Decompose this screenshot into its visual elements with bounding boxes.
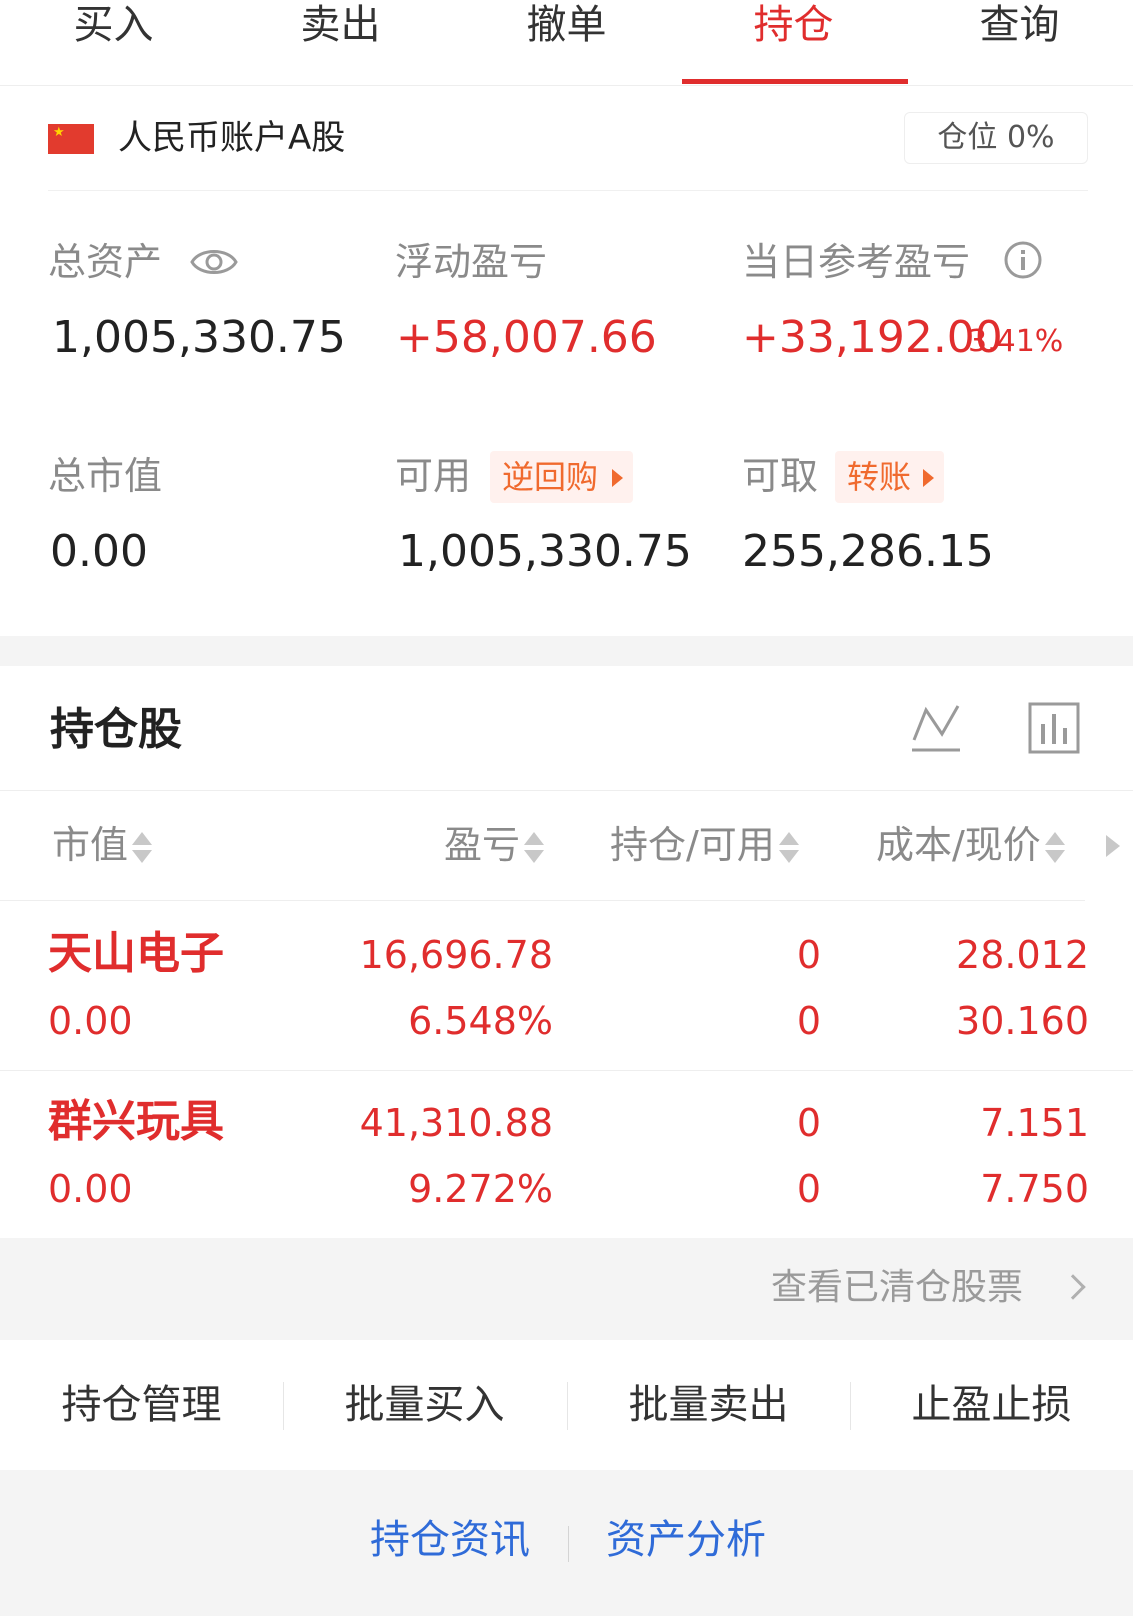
footer: 持仓资讯 资产分析	[0, 1470, 1133, 1616]
available-value: 1,005,330.75	[398, 526, 692, 577]
stock-market-value: 0.00	[48, 1167, 133, 1211]
scroll-right-icon[interactable]	[1106, 835, 1120, 857]
market-value-value: 0.00	[50, 526, 148, 577]
sort-icon	[524, 831, 545, 865]
stock-pl-percent: 9.272%	[408, 1167, 553, 1211]
holdings-actions-bar: 持仓管理 批量买入 批量卖出 止盈止损	[0, 1340, 1133, 1470]
column-header-label: 持仓/可用	[610, 823, 775, 867]
divider	[0, 900, 1085, 901]
transfer-button[interactable]: 转账	[835, 451, 944, 503]
stock-name: 天山电子	[48, 928, 224, 979]
holdings-news-link[interactable]: 持仓资讯	[370, 1514, 530, 1566]
tab-holdings[interactable]: 持仓	[680, 0, 907, 86]
tab-cancel-order[interactable]: 撤单	[453, 0, 680, 86]
sort-icon	[1044, 831, 1065, 865]
stock-pl: 41,310.88	[359, 1101, 553, 1145]
floating-pl-label: 浮动盈亏	[395, 240, 548, 284]
asset-analysis-link[interactable]: 资产分析	[606, 1514, 766, 1566]
column-header-hold-available[interactable]: 持仓/可用	[610, 820, 799, 870]
stock-available-qty: 0	[796, 999, 821, 1043]
take-profit-stop-loss-button[interactable]: 止盈止损	[850, 1340, 1133, 1470]
arrow-right-icon	[923, 469, 934, 487]
sort-icon	[132, 831, 153, 865]
daily-pl-value: +33,192.00	[742, 312, 1003, 363]
reverse-repo-label: 逆回购	[502, 458, 599, 496]
stock-pl: 16,696.78	[359, 933, 553, 977]
divider	[0, 790, 1133, 791]
tab-sell[interactable]: 卖出	[227, 0, 454, 86]
transfer-label: 转账	[847, 458, 912, 496]
stock-market-value: 0.00	[48, 999, 133, 1043]
total-assets-label: 总资产	[48, 240, 163, 284]
column-header-cost-price[interactable]: 成本/现价	[876, 820, 1065, 870]
holdings-title: 持仓股	[50, 704, 182, 755]
top-tabs: 买入 卖出 撤单 持仓 查询	[0, 0, 1133, 86]
sort-icon	[778, 831, 799, 865]
cleared-stocks-link[interactable]: 查看已清仓股票	[771, 1264, 1023, 1312]
stock-price: 30.160	[956, 999, 1089, 1043]
stock-name: 群兴玩具	[48, 1096, 224, 1147]
eye-icon[interactable]	[190, 244, 238, 280]
stock-hold-qty: 0	[796, 1101, 821, 1145]
account-row: ★ 人民币账户A股 仓位 0%	[0, 86, 1133, 191]
section-separator	[0, 636, 1133, 666]
divider	[48, 190, 1088, 191]
withdrawable-value: 255,286.15	[742, 526, 994, 577]
batch-sell-button[interactable]: 批量卖出	[567, 1340, 850, 1470]
position-management-button[interactable]: 持仓管理	[0, 1340, 283, 1470]
column-header-label: 市值	[52, 823, 129, 867]
stock-cost: 7.151	[980, 1101, 1089, 1145]
position-ratio-badge: 仓位 0%	[904, 112, 1088, 164]
stock-price: 7.750	[980, 1167, 1089, 1211]
stock-available-qty: 0	[796, 1167, 821, 1211]
account-name: 人民币账户A股	[118, 118, 346, 158]
trend-chart-icon[interactable]	[908, 700, 964, 756]
active-tab-indicator	[682, 79, 908, 84]
cleared-stocks-row[interactable]: 查看已清仓股票	[0, 1238, 1133, 1340]
china-flag-icon: ★	[48, 124, 94, 154]
available-label: 可用	[395, 454, 472, 498]
daily-pl-percent: 3.41%	[968, 324, 1064, 359]
info-icon[interactable]	[1003, 240, 1043, 280]
column-header-label: 成本/现价	[876, 823, 1041, 867]
stock-hold-qty: 0	[796, 933, 821, 977]
bar-chart-icon[interactable]	[1026, 700, 1082, 756]
withdrawable-label: 可取	[742, 454, 819, 498]
column-header-pl[interactable]: 盈亏	[444, 820, 545, 870]
table-row[interactable]: 群兴玩具 0.00 41,310.88 9.272% 0 0 7.151 7.7…	[0, 1070, 1133, 1236]
column-header-label: 盈亏	[444, 823, 521, 867]
arrow-right-icon	[612, 469, 623, 487]
column-header-market-value[interactable]: 市值	[52, 820, 153, 870]
divider	[568, 1526, 569, 1562]
batch-buy-button[interactable]: 批量买入	[283, 1340, 566, 1470]
table-row[interactable]: 天山电子 0.00 16,696.78 6.548% 0 0 28.012 30…	[0, 902, 1133, 1068]
stock-pl-percent: 6.548%	[408, 999, 553, 1043]
tab-buy[interactable]: 买入	[0, 0, 227, 86]
market-value-label: 总市值	[48, 454, 163, 498]
tab-query[interactable]: 查询	[906, 0, 1133, 86]
daily-pl-label: 当日参考盈亏	[742, 240, 971, 284]
stock-cost: 28.012	[956, 933, 1089, 977]
reverse-repo-button[interactable]: 逆回购	[490, 451, 633, 503]
total-assets-value: 1,005,330.75	[52, 312, 346, 363]
chevron-right-icon	[1060, 1274, 1086, 1300]
floating-pl-value: +58,007.66	[396, 312, 657, 363]
